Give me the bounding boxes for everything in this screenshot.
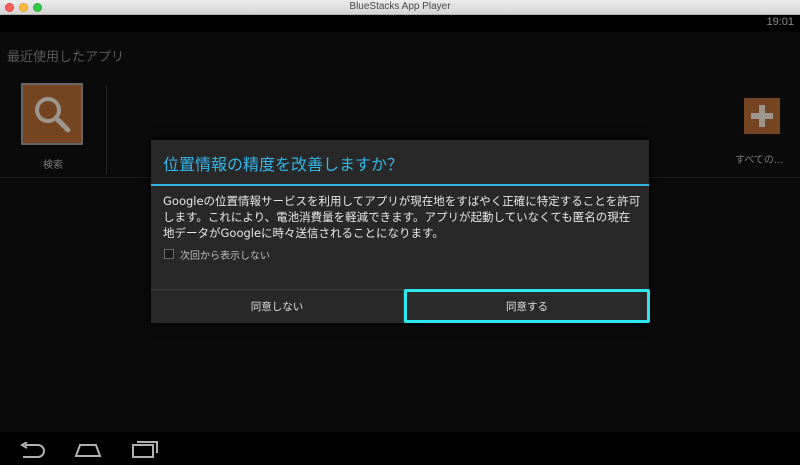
window-titlebar: BlueStacks App Player	[0, 0, 800, 15]
android-screen: 19:01 最近使用したアプリ 検索 すべての... 位置情報の精度を改善します…	[0, 15, 800, 432]
dont-show-again-label[interactable]: 次回から表示しない	[180, 247, 270, 262]
decline-button[interactable]: 同意しない	[151, 290, 403, 323]
dialog-title-divider	[151, 184, 649, 186]
dialog-message: Googleの位置情報サービスを利用してアプリが現在地をすばやく正確に特定するこ…	[163, 194, 641, 240]
home-icon[interactable]	[74, 441, 102, 457]
window-title: BlueStacks App Player	[349, 1, 451, 12]
agree-button[interactable]: 同意する	[404, 289, 650, 323]
navigation-bar	[0, 432, 800, 465]
dialog-title: 位置情報の精度を改善しますか？	[163, 155, 404, 174]
back-icon[interactable]	[18, 442, 46, 458]
recents-icon[interactable]	[132, 440, 158, 458]
dont-show-again-checkbox[interactable]	[164, 249, 174, 259]
